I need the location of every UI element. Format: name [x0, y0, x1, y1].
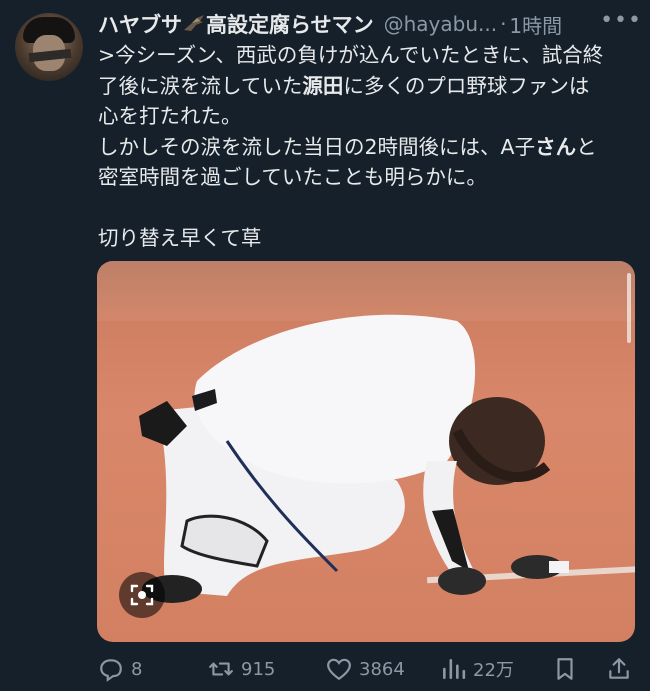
lens-scan-icon — [130, 584, 154, 606]
action-bar: 8 915 3864 22万 — [98, 652, 638, 686]
handle[interactable]: @hayabu... — [384, 12, 497, 36]
reply-button[interactable]: 8 — [98, 652, 142, 686]
baseball-player-image — [139, 314, 569, 603]
tweet-line-part: 了後に涙を流していた — [98, 73, 303, 98]
heart-icon — [327, 658, 351, 681]
views-button[interactable]: 22万 — [440, 652, 514, 686]
more-options-icon[interactable]: ••• — [600, 8, 642, 33]
avatar[interactable] — [15, 13, 83, 81]
tweet-emphasis: 源田 — [302, 73, 344, 98]
tweet-header: ハヤブサ 高設定腐らせマン @hayabu... · 1時間 — [98, 9, 640, 39]
retweet-count: 915 — [241, 658, 276, 680]
like-count: 3864 — [359, 658, 405, 680]
tweet-emphasis: さん — [535, 134, 577, 159]
share-icon — [609, 658, 629, 679]
tweet-line: 密室時間を過ごしていたことも明らかに。 — [98, 165, 487, 189]
separator: · — [500, 12, 507, 36]
display-name-suffix[interactable]: 高設定腐らせマン — [206, 9, 374, 39]
tweet-line-part: に多くのプロ野球ファンは — [343, 73, 590, 98]
reply-count: 8 — [131, 658, 143, 680]
falcon-emoji-icon — [184, 15, 204, 31]
media-scrollbar[interactable] — [627, 273, 631, 343]
tweet-line-part: しかしその涙を流した当日の2時間後には、A子 — [98, 134, 536, 159]
reply-icon — [100, 659, 122, 682]
views-count: 22万 — [473, 660, 514, 681]
tweet-line: >今シーズン、西武の負けが込んでいたときに、試合終 — [98, 43, 604, 67]
tweet-photo[interactable] — [97, 261, 635, 642]
bookmark-button[interactable] — [552, 652, 585, 686]
tweet-line: 了後に涙を流していた源田に多くのプロ野球ファンは — [98, 71, 638, 102]
tweet-line: しかしその涙を流した当日の2時間後には、A子さんと — [98, 132, 638, 163]
lens-scan-button[interactable] — [119, 572, 165, 618]
bookmark-icon — [557, 658, 573, 680]
tweet-line: 切り替え早くて草 — [98, 226, 262, 250]
tweet-text: >今シーズン、西武の負けが込んでいたときに、試合終 了後に涙を流していた源田に多… — [98, 40, 638, 254]
retweet-icon — [209, 662, 233, 676]
retweet-button[interactable]: 915 — [208, 652, 275, 686]
timestamp[interactable]: 1時間 — [509, 10, 562, 39]
share-button[interactable] — [606, 652, 639, 686]
tweet-line: 心を打たれた。 — [98, 104, 242, 128]
like-button[interactable]: 3864 — [326, 652, 405, 686]
display-name[interactable]: ハヤブサ — [98, 9, 182, 39]
views-chart-icon — [443, 659, 466, 679]
tweet-line-part: と — [576, 134, 597, 159]
